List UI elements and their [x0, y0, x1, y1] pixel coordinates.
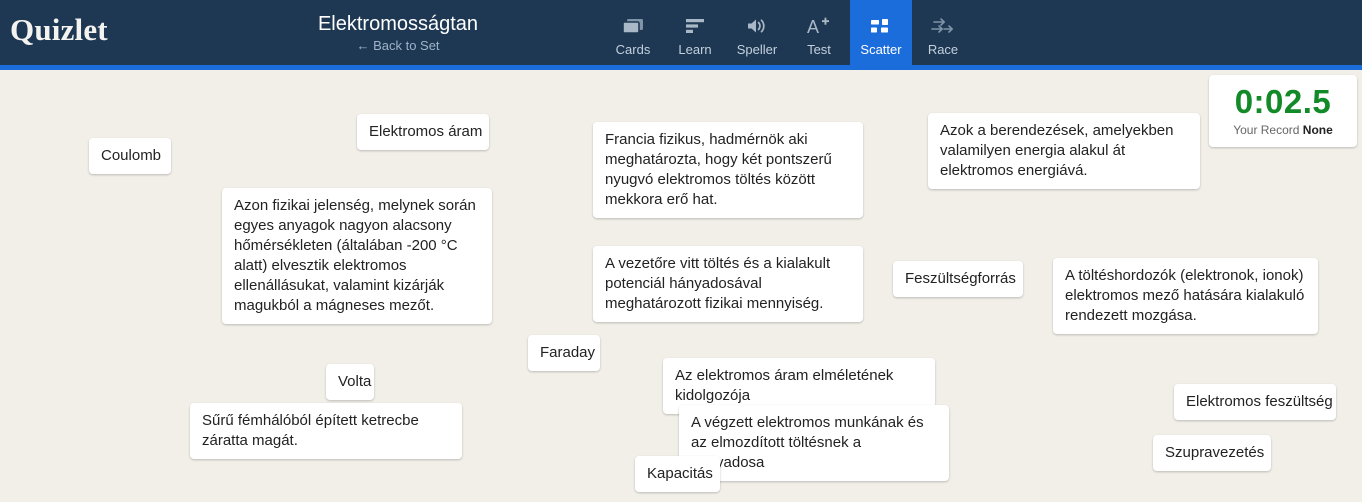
- back-to-set-link[interactable]: ← Back to Set: [298, 37, 498, 55]
- scatter-card[interactable]: Faraday: [528, 335, 600, 371]
- nav-item-learn[interactable]: Learn: [664, 0, 726, 70]
- nav-item-scatter[interactable]: Scatter: [850, 0, 912, 70]
- nav-label-test: Test: [807, 42, 831, 57]
- nav-label-learn: Learn: [678, 42, 712, 57]
- nav-label-race: Race: [927, 42, 959, 57]
- speaker-icon: [745, 13, 769, 39]
- record-row: Your Record None: [1219, 123, 1347, 138]
- timer-value: 0:02.5: [1234, 83, 1332, 120]
- nav-item-cards[interactable]: Cards: [602, 0, 664, 70]
- record-value: None: [1302, 123, 1333, 137]
- scatter-card[interactable]: Elektromos áram: [357, 114, 489, 150]
- scatter-card[interactable]: Kapacitás: [635, 456, 720, 492]
- set-title-block: Elektromosságtan ← Back to Set: [298, 12, 498, 55]
- scatter-card[interactable]: Volta: [326, 364, 374, 400]
- record-label: Your Record: [1233, 123, 1300, 137]
- scatter-board: Coulomb Elektromos áram Azon fizikai jel…: [0, 70, 1362, 502]
- scatter-card[interactable]: Coulomb: [89, 138, 171, 174]
- app-header: Quizlet Elektromosságtan ← Back to Set C…: [0, 0, 1362, 70]
- nav-item-race[interactable]: Race: [912, 0, 974, 70]
- scatter-card[interactable]: Azok a berendezések, amelyekben valamily…: [928, 113, 1200, 189]
- arrows-icon: [930, 13, 956, 39]
- quizlet-logo[interactable]: Quizlet: [10, 12, 108, 48]
- svg-text:A: A: [807, 17, 819, 37]
- page-title: Elektromosságtan: [317, 13, 479, 35]
- nav-item-speller[interactable]: Speller: [726, 0, 788, 70]
- scatter-card[interactable]: Feszültségforrás: [893, 261, 1023, 297]
- nav-label-speller: Speller: [736, 42, 778, 57]
- timer-panel: 0:02.5 Your Record None: [1209, 75, 1357, 147]
- mode-nav: Cards Learn Speller A Test Scatter Race: [602, 0, 974, 70]
- scatter-icon: [869, 13, 893, 39]
- scatter-card[interactable]: A vezetőre vitt töltés és a kialakult po…: [593, 246, 863, 322]
- nav-label-cards: Cards: [615, 42, 651, 57]
- nav-item-test[interactable]: A Test: [788, 0, 850, 70]
- scatter-card[interactable]: A töltéshordozók (elektronok, ionok) ele…: [1053, 258, 1318, 334]
- nav-label-scatter: Scatter: [860, 42, 902, 57]
- scatter-card[interactable]: Szupravezetés: [1153, 435, 1271, 471]
- scatter-card[interactable]: Sűrű fémhálóból épített ketrecbe záratta…: [190, 403, 462, 459]
- scatter-card[interactable]: Elektromos feszültség: [1174, 384, 1336, 420]
- cards-icon: [621, 13, 645, 39]
- a-plus-icon: A: [806, 13, 832, 39]
- scatter-card[interactable]: Francia fizikus, hadmérnök aki meghatáro…: [593, 122, 863, 218]
- learn-icon: [684, 13, 706, 39]
- scatter-card[interactable]: Azon fizikai jelenség, melynek során egy…: [222, 188, 492, 324]
